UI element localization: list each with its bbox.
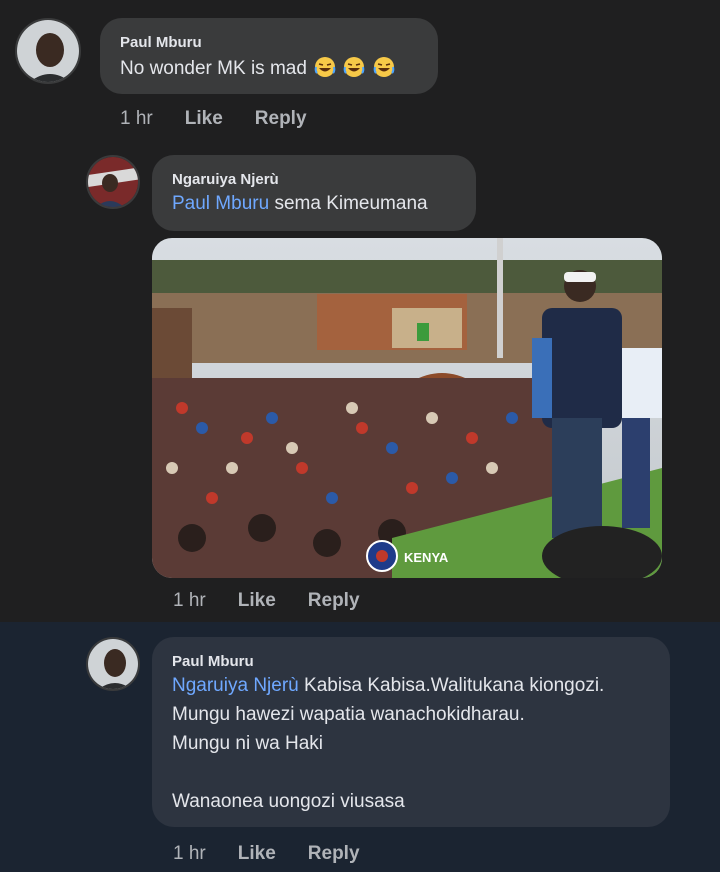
comment-author[interactable]: Ngaruiya Njerù [172,171,279,188]
comment-bubble: Ngaruiya Njerù Paul Mburu sema Kimeumana [152,155,476,231]
comment-body: Kabisa Kabisa.Walitukana kiongozi. [304,675,605,696]
comment-author[interactable]: Paul Mburu [120,34,202,51]
comment-bubble: Paul Mburu Ngaruiya Njerù Kabisa Kabisa.… [152,637,670,827]
comment-time: 1 hr [173,843,206,864]
comment-actions: 1 hr Like Reply [120,108,339,130]
reply-button[interactable]: Reply [255,108,307,130]
comment-actions: 1 hr Like Reply [173,843,392,865]
comment-actions: 1 hr Like Reply [173,590,392,612]
comment-body: No wonder MK is mad [120,58,307,79]
comment-time: 1 hr [120,108,153,129]
comment-body: sema Kimeumana [274,193,428,214]
comment-text: No wonder MK is mad [120,56,395,80]
photo-watermark: KENYA [404,550,449,565]
reply-button[interactable]: Reply [308,843,360,865]
comment-text-line: Mungu hawezi wapatia wanachokidharau. [172,704,525,725]
crying-laughing-emoji [341,57,370,79]
like-button[interactable]: Like [238,590,276,612]
comment-time: 1 hr [173,590,206,611]
comment-text-line: Mungu ni wa Haki [172,733,324,754]
avatar[interactable] [15,18,81,84]
like-button[interactable]: Like [238,843,276,865]
comment-text: Ngaruiya Njerù Kabisa Kabisa.Walitukana … [172,675,604,697]
reply-button[interactable]: Reply [308,590,360,612]
mention-link[interactable]: Paul Mburu [172,193,269,214]
like-button[interactable]: Like [185,108,223,130]
comment-text-line: Wanaonea uongozi viusasa [172,791,405,812]
mention-link[interactable]: Ngaruiya Njerù [172,675,299,696]
crying-laughing-emoji [312,57,341,79]
comment-author[interactable]: Paul Mburu [172,653,254,670]
avatar[interactable] [86,637,140,691]
comment-bubble: Paul Mburu No wonder MK is mad [100,18,438,94]
comment-photo[interactable]: KENYA [152,238,662,578]
avatar[interactable] [86,155,140,209]
comment-text: Paul Mburu sema Kimeumana [172,193,428,215]
crying-laughing-emoji [371,57,395,79]
